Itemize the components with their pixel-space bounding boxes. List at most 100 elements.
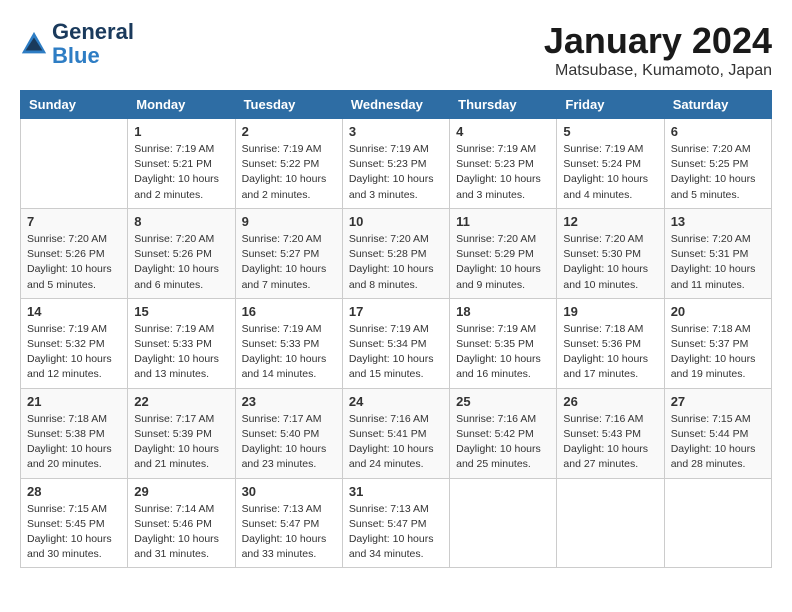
month-title: January 2024 <box>544 20 772 62</box>
calendar-cell: 11Sunrise: 7:20 AMSunset: 5:29 PMDayligh… <box>450 208 557 298</box>
day-info: Sunrise: 7:20 AMSunset: 5:30 PMDaylight:… <box>563 232 657 293</box>
day-info: Sunrise: 7:20 AMSunset: 5:31 PMDaylight:… <box>671 232 765 293</box>
day-number: 8 <box>134 214 228 229</box>
day-info: Sunrise: 7:19 AMSunset: 5:22 PMDaylight:… <box>242 142 336 203</box>
weekday-header-sunday: Sunday <box>21 91 128 119</box>
day-info: Sunrise: 7:19 AMSunset: 5:33 PMDaylight:… <box>242 322 336 383</box>
day-number: 7 <box>27 214 121 229</box>
week-row-3: 14 Sunrise: 7:19 AMSunset: 5:32 PMDayligh… <box>21 298 772 388</box>
day-number: 14 <box>27 304 121 319</box>
weekday-header-saturday: Saturday <box>664 91 771 119</box>
calendar-cell: 4 Sunrise: 7:19 AMSunset: 5:23 PMDaylight… <box>450 119 557 209</box>
day-number: 3 <box>349 124 443 139</box>
day-number: 31 <box>349 484 443 499</box>
calendar-cell <box>450 478 557 568</box>
calendar-table: SundayMondayTuesdayWednesdayThursdayFrid… <box>20 90 772 568</box>
calendar-cell: 21Sunrise: 7:18 AMSunset: 5:38 PMDayligh… <box>21 388 128 478</box>
day-info: Sunrise: 7:20 AMSunset: 5:27 PMDaylight:… <box>242 232 336 293</box>
day-number: 26 <box>563 394 657 409</box>
calendar-cell: 7 Sunrise: 7:20 AMSunset: 5:26 PMDaylight… <box>21 208 128 298</box>
day-info: Sunrise: 7:19 AMSunset: 5:21 PMDaylight:… <box>134 142 228 203</box>
calendar-cell: 5 Sunrise: 7:19 AMSunset: 5:24 PMDaylight… <box>557 119 664 209</box>
day-info: Sunrise: 7:15 AMSunset: 5:44 PMDaylight:… <box>671 412 765 473</box>
day-number: 27 <box>671 394 765 409</box>
page-header: General Blue January 2024 Matsubase, Kum… <box>20 20 772 80</box>
day-number: 4 <box>456 124 550 139</box>
day-info: Sunrise: 7:19 AMSunset: 5:23 PMDaylight:… <box>456 142 550 203</box>
calendar-cell: 30Sunrise: 7:13 AMSunset: 5:47 PMDayligh… <box>235 478 342 568</box>
calendar-cell: 15 Sunrise: 7:19 AMSunset: 5:33 PMDayligh… <box>128 298 235 388</box>
calendar-cell: 13 Sunrise: 7:20 AMSunset: 5:31 PMDayligh… <box>664 208 771 298</box>
day-number: 20 <box>671 304 765 319</box>
day-info: Sunrise: 7:16 AMSunset: 5:43 PMDaylight:… <box>563 412 657 473</box>
day-info: Sunrise: 7:14 AMSunset: 5:46 PMDaylight:… <box>134 502 228 563</box>
calendar-cell: 6 Sunrise: 7:20 AMSunset: 5:25 PMDaylight… <box>664 119 771 209</box>
weekday-header-monday: Monday <box>128 91 235 119</box>
day-number: 15 <box>134 304 228 319</box>
day-number: 30 <box>242 484 336 499</box>
day-info: Sunrise: 7:17 AMSunset: 5:40 PMDaylight:… <box>242 412 336 473</box>
day-number: 24 <box>349 394 443 409</box>
logo-text: General Blue <box>52 20 134 68</box>
logo-icon <box>20 30 48 58</box>
day-info: Sunrise: 7:19 AMSunset: 5:33 PMDaylight:… <box>134 322 228 383</box>
day-info: Sunrise: 7:18 AMSunset: 5:37 PMDaylight:… <box>671 322 765 383</box>
day-info: Sunrise: 7:20 AMSunset: 5:25 PMDaylight:… <box>671 142 765 203</box>
title-area: January 2024 Matsubase, Kumamoto, Japan <box>544 20 772 80</box>
calendar-cell: 22 Sunrise: 7:17 AMSunset: 5:39 PMDayligh… <box>128 388 235 478</box>
calendar-cell: 12 Sunrise: 7:20 AMSunset: 5:30 PMDayligh… <box>557 208 664 298</box>
calendar-cell: 9 Sunrise: 7:20 AMSunset: 5:27 PMDaylight… <box>235 208 342 298</box>
calendar-cell: 31 Sunrise: 7:13 AMSunset: 5:47 PMDayligh… <box>342 478 449 568</box>
calendar-cell: 23 Sunrise: 7:17 AMSunset: 5:40 PMDayligh… <box>235 388 342 478</box>
calendar-cell: 17Sunrise: 7:19 AMSunset: 5:34 PMDayligh… <box>342 298 449 388</box>
day-info: Sunrise: 7:17 AMSunset: 5:39 PMDaylight:… <box>134 412 228 473</box>
weekday-header-wednesday: Wednesday <box>342 91 449 119</box>
calendar-cell: 8Sunrise: 7:20 AMSunset: 5:26 PMDaylight… <box>128 208 235 298</box>
calendar-cell: 27 Sunrise: 7:15 AMSunset: 5:44 PMDayligh… <box>664 388 771 478</box>
day-number: 29 <box>134 484 228 499</box>
weekday-header-tuesday: Tuesday <box>235 91 342 119</box>
week-row-1: 1Sunrise: 7:19 AMSunset: 5:21 PMDaylight… <box>21 119 772 209</box>
calendar-cell: 26 Sunrise: 7:16 AMSunset: 5:43 PMDayligh… <box>557 388 664 478</box>
logo: General Blue <box>20 20 134 68</box>
day-number: 13 <box>671 214 765 229</box>
day-info: Sunrise: 7:15 AMSunset: 5:45 PMDaylight:… <box>27 502 121 563</box>
day-number: 9 <box>242 214 336 229</box>
day-info: Sunrise: 7:20 AMSunset: 5:26 PMDaylight:… <box>27 232 121 293</box>
calendar-cell <box>21 119 128 209</box>
day-number: 2 <box>242 124 336 139</box>
location-title: Matsubase, Kumamoto, Japan <box>544 62 772 80</box>
calendar-cell: 25 Sunrise: 7:16 AMSunset: 5:42 PMDayligh… <box>450 388 557 478</box>
calendar-cell: 24 Sunrise: 7:16 AMSunset: 5:41 PMDayligh… <box>342 388 449 478</box>
calendar-cell: 16Sunrise: 7:19 AMSunset: 5:33 PMDayligh… <box>235 298 342 388</box>
day-number: 19 <box>563 304 657 319</box>
week-row-2: 7 Sunrise: 7:20 AMSunset: 5:26 PMDaylight… <box>21 208 772 298</box>
calendar-cell: 20 Sunrise: 7:18 AMSunset: 5:37 PMDayligh… <box>664 298 771 388</box>
calendar-cell: 29 Sunrise: 7:14 AMSunset: 5:46 PMDayligh… <box>128 478 235 568</box>
day-info: Sunrise: 7:13 AMSunset: 5:47 PMDaylight:… <box>349 502 443 563</box>
calendar-cell: 18Sunrise: 7:19 AMSunset: 5:35 PMDayligh… <box>450 298 557 388</box>
day-number: 10 <box>349 214 443 229</box>
week-row-4: 21Sunrise: 7:18 AMSunset: 5:38 PMDayligh… <box>21 388 772 478</box>
calendar-cell: 28 Sunrise: 7:15 AMSunset: 5:45 PMDayligh… <box>21 478 128 568</box>
calendar-cell: 19Sunrise: 7:18 AMSunset: 5:36 PMDayligh… <box>557 298 664 388</box>
week-row-5: 28 Sunrise: 7:15 AMSunset: 5:45 PMDayligh… <box>21 478 772 568</box>
day-info: Sunrise: 7:19 AMSunset: 5:35 PMDaylight:… <box>456 322 550 383</box>
calendar-cell: 3Sunrise: 7:19 AMSunset: 5:23 PMDaylight… <box>342 119 449 209</box>
day-info: Sunrise: 7:19 AMSunset: 5:32 PMDaylight:… <box>27 322 121 383</box>
day-number: 6 <box>671 124 765 139</box>
day-number: 22 <box>134 394 228 409</box>
day-number: 23 <box>242 394 336 409</box>
day-number: 25 <box>456 394 550 409</box>
day-info: Sunrise: 7:20 AMSunset: 5:29 PMDaylight:… <box>456 232 550 293</box>
day-info: Sunrise: 7:19 AMSunset: 5:24 PMDaylight:… <box>563 142 657 203</box>
day-info: Sunrise: 7:16 AMSunset: 5:41 PMDaylight:… <box>349 412 443 473</box>
weekday-header-thursday: Thursday <box>450 91 557 119</box>
day-number: 5 <box>563 124 657 139</box>
day-number: 28 <box>27 484 121 499</box>
calendar-cell: 14 Sunrise: 7:19 AMSunset: 5:32 PMDayligh… <box>21 298 128 388</box>
day-number: 21 <box>27 394 121 409</box>
day-info: Sunrise: 7:16 AMSunset: 5:42 PMDaylight:… <box>456 412 550 473</box>
day-number: 12 <box>563 214 657 229</box>
calendar-cell: 2 Sunrise: 7:19 AMSunset: 5:22 PMDaylight… <box>235 119 342 209</box>
